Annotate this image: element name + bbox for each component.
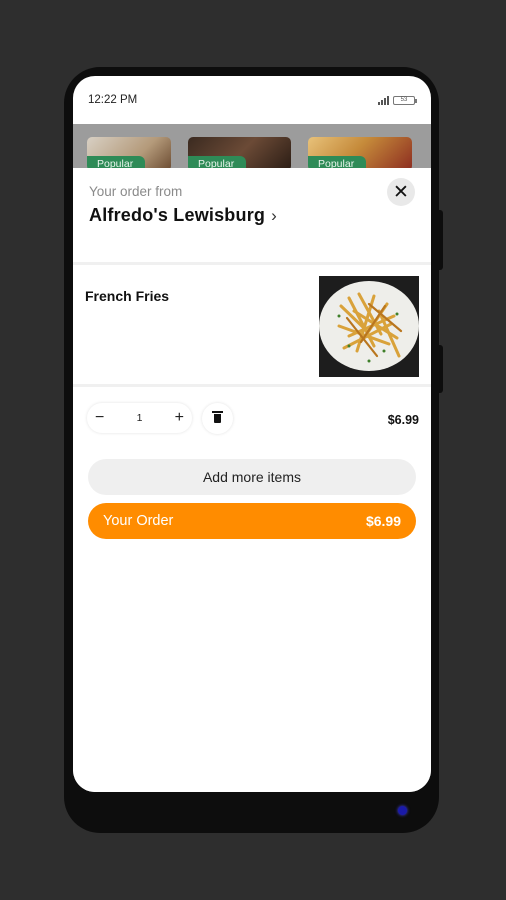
chevron-right-icon: ›: [271, 205, 277, 225]
item-name: French Fries: [85, 288, 170, 304]
order-from-label: Your order from: [89, 184, 183, 199]
quantity-value: 1: [136, 412, 143, 424]
trash-icon: [212, 411, 223, 423]
increment-button[interactable]: +: [175, 409, 184, 427]
close-icon: ✕: [393, 181, 409, 203]
divider: [73, 262, 431, 265]
signal-icon: [378, 95, 389, 105]
phone-side-button: [437, 345, 443, 393]
status-bar: 12:22 PM 53: [73, 76, 431, 124]
restaurant-page-backdrop: Popular Popular Popular: [73, 124, 431, 171]
delete-item-button[interactable]: [202, 403, 233, 434]
french-fries-image: [319, 276, 419, 377]
status-time: 12:22 PM: [88, 94, 138, 106]
your-order-label: Your Order: [103, 513, 174, 529]
status-icons: 53: [378, 95, 417, 105]
battery-icon: 53: [393, 95, 417, 105]
popular-item-card: Popular: [308, 137, 412, 171]
quantity-stepper: − 1 +: [87, 403, 192, 433]
restaurant-link[interactable]: Alfredo's Lewisburg ›: [89, 205, 277, 226]
popular-item-card: Popular: [87, 137, 171, 171]
order-total: $6.99: [365, 513, 401, 529]
restaurant-name: Alfredo's Lewisburg: [89, 205, 266, 225]
decrement-button[interactable]: −: [95, 409, 104, 427]
item-price: $6.99: [387, 413, 419, 427]
your-order-button[interactable]: Your Order $6.99: [88, 503, 416, 539]
add-more-items-button[interactable]: Add more items: [88, 459, 416, 495]
popular-item-card: Popular: [188, 137, 291, 171]
app-screen: 12:22 PM 53 Popular Popular Popular Your…: [73, 76, 431, 792]
divider: [73, 384, 431, 387]
camera-indicator-icon: [398, 806, 407, 815]
phone-side-button: [437, 210, 443, 270]
order-sheet: Your order from Alfredo's Lewisburg › ✕ …: [73, 168, 431, 792]
close-button[interactable]: ✕: [387, 178, 415, 206]
